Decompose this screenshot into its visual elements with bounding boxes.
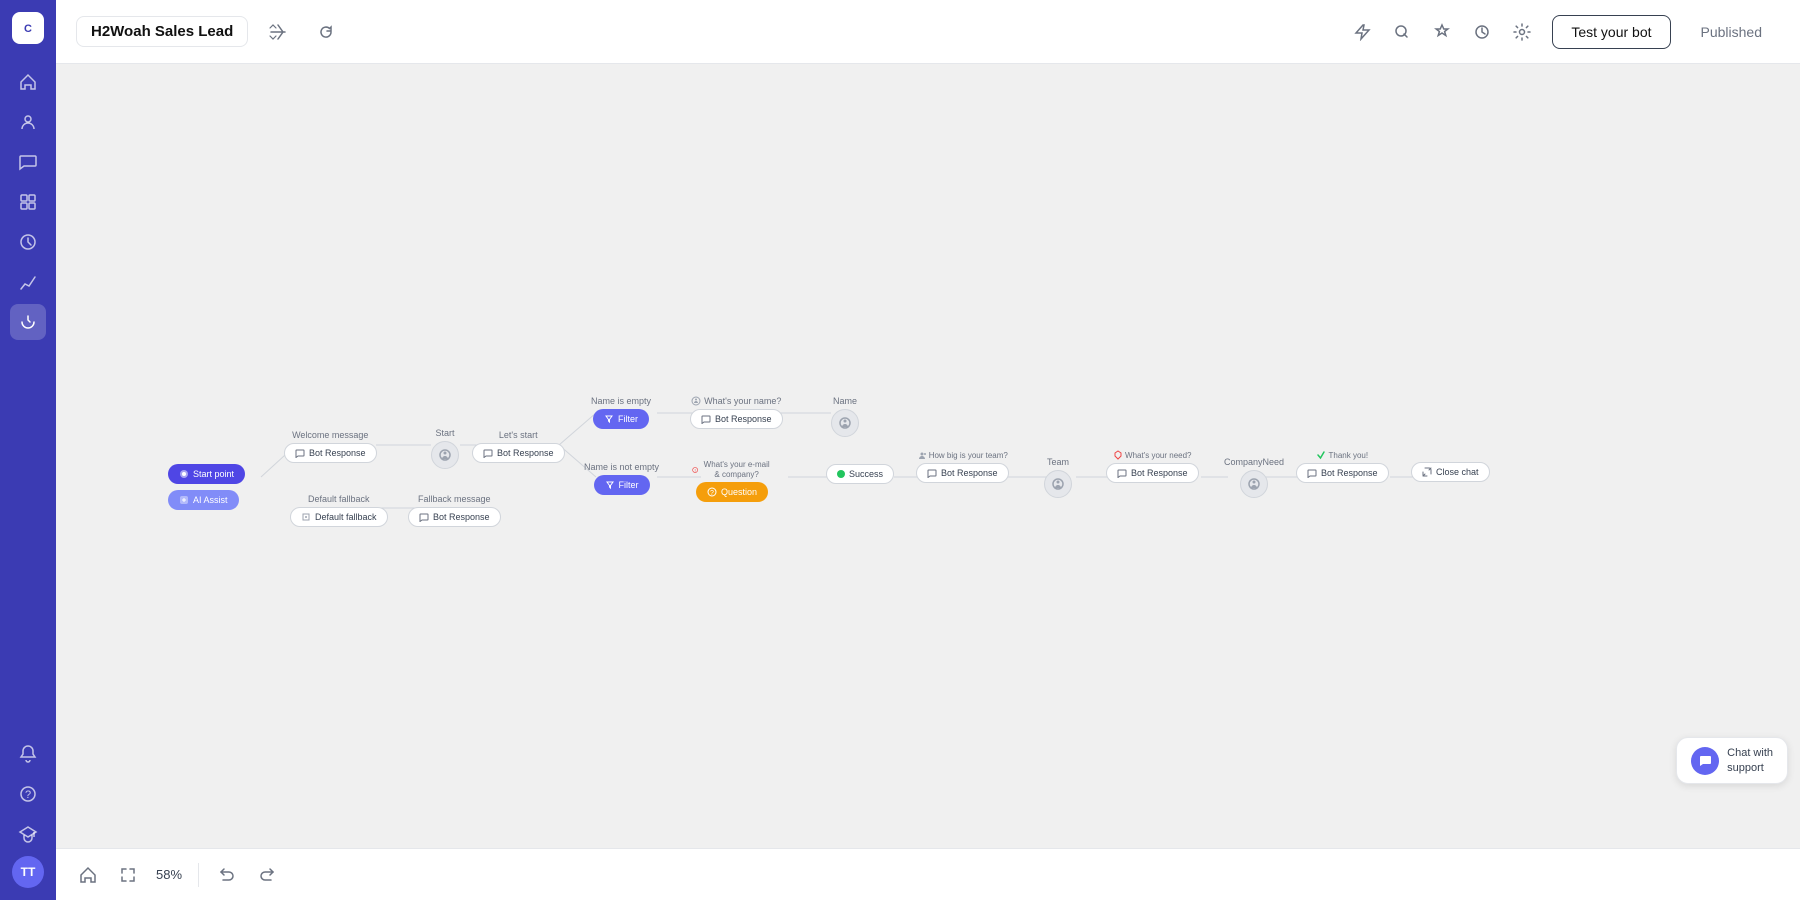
expand-icon[interactable] [112, 859, 144, 891]
start-circle[interactable] [431, 441, 459, 469]
ai-assist-chip[interactable]: AI Assist [168, 490, 239, 510]
sidebar-help-icon[interactable]: ? [10, 776, 46, 812]
sidebar-notification-icon[interactable] [10, 736, 46, 772]
welcome-message-node[interactable]: Welcome message Bot Response [284, 430, 377, 463]
email-company-chip[interactable]: ? Question [696, 482, 768, 502]
whats-your-need-node[interactable]: What's your need? Bot Response [1106, 450, 1199, 483]
name-not-empty-filter-node[interactable]: Name is not empty Filter [584, 462, 659, 495]
close-chat-node[interactable]: Close chat [1411, 462, 1490, 482]
published-button[interactable]: Published [1683, 16, 1781, 48]
close-chat-chip[interactable]: Close chat [1411, 462, 1490, 482]
svg-text:C: C [24, 23, 32, 35]
svg-text:?: ? [25, 789, 31, 801]
undo-button[interactable] [211, 859, 243, 891]
name-circle-node[interactable]: Name [831, 396, 859, 437]
sidebar-item-database[interactable] [10, 184, 46, 220]
company-need-circle[interactable] [1240, 470, 1268, 498]
bottom-bar: 58% [56, 848, 1800, 900]
lets-start-node[interactable]: Let's start Bot Response [472, 430, 565, 463]
sidebar-avatar[interactable]: TT [12, 856, 44, 888]
how-big-team-chip[interactable]: Bot Response [916, 463, 1009, 483]
history-icon[interactable] [1464, 14, 1500, 50]
whats-your-name-node[interactable]: What's your name? Bot Response [690, 396, 783, 429]
sidebar-item-automation[interactable] [10, 304, 46, 340]
refresh-icon[interactable] [308, 14, 344, 50]
fallback-message-node[interactable]: Fallback message Bot Response [408, 494, 501, 527]
sidebar-logo[interactable]: C [12, 12, 44, 44]
chat-support-label: Chat withsupport [1727, 746, 1773, 775]
test-bot-button[interactable]: Test your bot [1552, 15, 1670, 49]
bot-title[interactable]: H2Woah Sales Lead [76, 16, 248, 47]
fallback-bot-response-chip[interactable]: Bot Response [408, 507, 501, 527]
home-view-icon[interactable] [72, 859, 104, 891]
welcome-bot-response-chip[interactable]: Bot Response [284, 443, 377, 463]
zoom-level: 58% [152, 867, 186, 882]
company-need-circle-node[interactable]: CompanyNeed [1224, 457, 1284, 498]
settings-icon[interactable] [1504, 14, 1540, 50]
sidebar-item-chat[interactable] [10, 144, 46, 180]
arrange-icon[interactable] [260, 14, 296, 50]
default-fallback-node[interactable]: Default fallback Default fallback [290, 494, 388, 527]
success-node[interactable]: Success [826, 464, 894, 484]
name-empty-filter-chip[interactable]: Filter [593, 409, 649, 429]
ai-assist-node[interactable]: AI Assist [168, 490, 239, 510]
header: H2Woah Sales Lead [56, 0, 1800, 64]
svg-text:!: ! [695, 467, 696, 472]
header-right-icons [1344, 14, 1540, 50]
sidebar-item-contacts[interactable] [10, 104, 46, 140]
main-area: H2Woah Sales Lead [56, 0, 1800, 900]
success-chip[interactable]: Success [826, 464, 894, 484]
name-circle[interactable] [831, 409, 859, 437]
sidebar-item-history[interactable] [10, 224, 46, 260]
team-circle[interactable] [1044, 470, 1072, 498]
whats-your-name-chip[interactable]: Bot Response [690, 409, 783, 429]
search-icon[interactable] [1384, 14, 1420, 50]
name-empty-filter-node[interactable]: Name is empty Filter [591, 396, 651, 429]
flow-canvas[interactable]: Start point AI Assist Welcome message Bo… [56, 64, 1800, 848]
sidebar-item-analytics[interactable] [10, 264, 46, 300]
thank-you-node[interactable]: Thank you! Bot Response [1296, 450, 1389, 483]
chat-support-icon [1691, 747, 1719, 775]
whats-your-need-chip[interactable]: Bot Response [1106, 463, 1199, 483]
start-point-chip[interactable]: Start point [168, 464, 245, 484]
chat-support-widget[interactable]: Chat withsupport [1676, 737, 1788, 784]
sidebar-item-home[interactable] [10, 64, 46, 100]
sidebar: C [0, 0, 56, 900]
flash-icon[interactable] [1344, 14, 1380, 50]
sidebar-learn-icon[interactable] [10, 816, 46, 852]
star-icon[interactable] [1424, 14, 1460, 50]
redo-button[interactable] [251, 859, 283, 891]
start-point-node[interactable]: Start point [168, 464, 245, 484]
svg-text:?: ? [710, 490, 714, 497]
default-fallback-chip[interactable]: Default fallback [290, 507, 388, 527]
team-circle-node[interactable]: Team [1044, 457, 1072, 498]
thank-you-chip[interactable]: Bot Response [1296, 463, 1389, 483]
name-not-empty-filter-chip[interactable]: Filter [594, 475, 650, 495]
how-big-team-node[interactable]: How big is your team? Bot Response [916, 450, 1009, 483]
start-circle-node[interactable]: Start [431, 428, 459, 469]
email-company-node[interactable]: ! What's your e-mail & company? ? Questi… [692, 460, 772, 502]
lets-start-chip[interactable]: Bot Response [472, 443, 565, 463]
bottom-bar-divider [198, 863, 199, 887]
